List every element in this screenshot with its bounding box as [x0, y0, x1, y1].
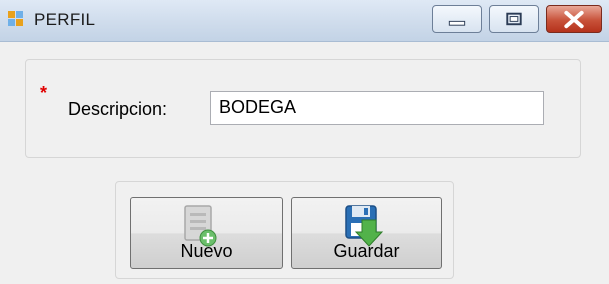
- title-bar: PERFIL: [0, 0, 609, 42]
- required-marker: *: [40, 83, 48, 103]
- maximize-button[interactable]: [489, 5, 539, 33]
- descripcion-input[interactable]: BODEGA: [210, 91, 544, 125]
- nuevo-button[interactable]: Nuevo: [130, 197, 283, 269]
- nuevo-label: Nuevo: [180, 241, 233, 261]
- guardar-label: Guardar: [333, 241, 400, 261]
- maximize-icon: [506, 12, 522, 26]
- descripcion-label: Descripcion:: [68, 99, 168, 119]
- window-title: PERFIL: [34, 10, 96, 29]
- close-icon: [564, 10, 584, 29]
- minimize-button[interactable]: [432, 5, 482, 33]
- guardar-button[interactable]: Guardar: [291, 197, 442, 269]
- minimize-icon: [448, 20, 466, 26]
- close-button[interactable]: [546, 5, 602, 33]
- app-window-icon: [8, 11, 23, 26]
